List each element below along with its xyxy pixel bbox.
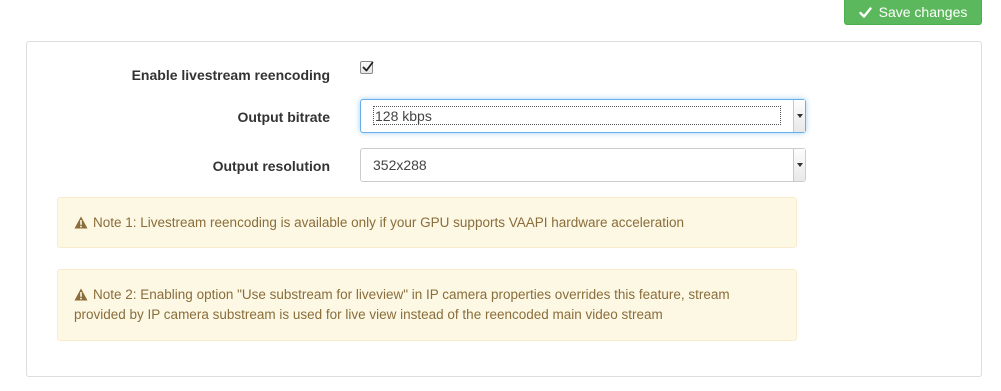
save-changes-button[interactable]: Save changes	[844, 0, 982, 25]
chevron-down-icon[interactable]	[793, 100, 805, 132]
warning-icon	[74, 215, 88, 229]
note-gpu-requirement: Note 1: Livestream reencoding is availab…	[57, 197, 797, 248]
focus-ring	[373, 106, 781, 125]
reencoding-checkbox[interactable]	[360, 61, 374, 74]
livestream-settings-panel: Enable livestream reencoding Output bitr…	[26, 41, 982, 377]
checkmark-icon	[362, 61, 374, 72]
check-icon	[858, 6, 872, 19]
warning-icon	[74, 287, 88, 301]
resolution-select[interactable]: 352x288	[360, 148, 806, 182]
note-substream-override: Note 2: Enabling option "Use substream f…	[57, 269, 797, 341]
bitrate-value: 128 kbps	[375, 108, 432, 124]
resolution-value: 352x288	[373, 157, 427, 173]
chevron-down-icon[interactable]	[793, 149, 805, 181]
resolution-label: Output resolution	[212, 158, 330, 174]
bitrate-label: Output bitrate	[237, 109, 330, 125]
bitrate-select[interactable]: 128 kbps	[360, 99, 806, 133]
note-1-text: Note 1: Livestream reencoding is availab…	[93, 215, 685, 230]
note-2-text: Note 2: Enabling option "Use substream f…	[74, 287, 730, 322]
reencoding-label: Enable livestream reencoding	[131, 67, 330, 83]
save-changes-label: Save changes	[878, 4, 968, 20]
